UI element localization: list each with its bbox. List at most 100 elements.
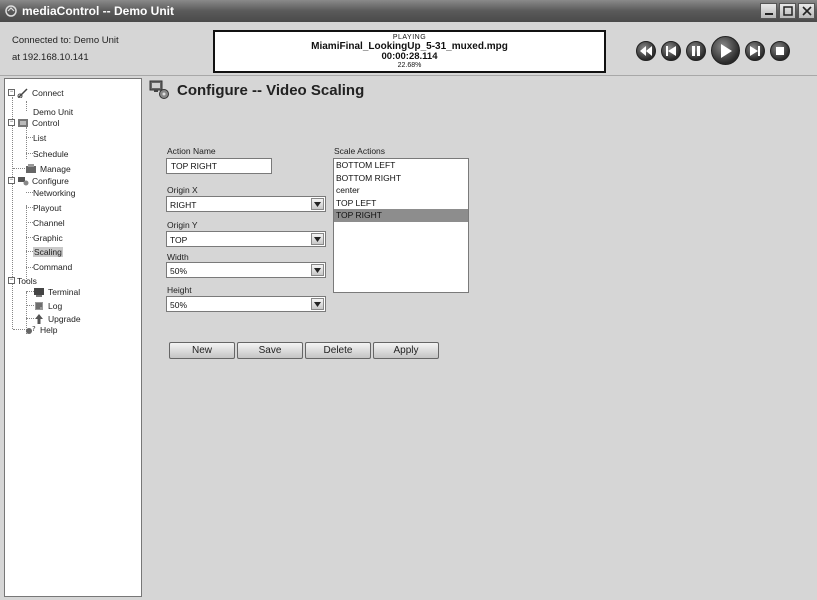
list-item-selected[interactable]: TOP RIGHT: [334, 209, 468, 222]
playback-status: PLAYING: [392, 34, 427, 41]
navigation-tree: − Connect Demo Unit − Control List Sched…: [4, 78, 142, 597]
list-item[interactable]: TOP LEFT: [334, 197, 468, 210]
tree-item-terminal[interactable]: Terminal: [33, 286, 80, 297]
tree-item-label: Connect: [32, 87, 64, 98]
tree-item-label: Graphic: [33, 232, 63, 243]
terminal-icon: [34, 287, 44, 297]
next-button[interactable]: [745, 40, 765, 61]
tree-item-label: Command: [33, 261, 73, 272]
tree-item-upgrade[interactable]: Upgrade: [33, 313, 81, 324]
stop-button[interactable]: [770, 40, 790, 61]
tree-item-help[interactable]: ? Help: [25, 324, 57, 335]
origin-y-select[interactable]: TOP: [166, 231, 326, 247]
height-label: Height: [167, 285, 192, 295]
maximize-button[interactable]: [779, 3, 796, 19]
connect-icon: [17, 87, 28, 98]
list-item[interactable]: BOTTOM LEFT: [334, 159, 468, 172]
pause-button[interactable]: [686, 40, 706, 61]
tree-item-tools[interactable]: − Tools: [8, 275, 37, 286]
tree-item-networking[interactable]: Networking: [33, 187, 76, 198]
origin-y-value: TOP: [170, 235, 188, 245]
rewind-button[interactable]: [636, 40, 656, 61]
configure-icon: [18, 176, 29, 185]
tree-item-playout[interactable]: Playout: [33, 202, 61, 213]
connection-target: Connected to: Demo Unit: [12, 35, 119, 46]
configure-page-icon: [149, 80, 169, 99]
tree-item-demo-unit[interactable]: Demo Unit: [33, 106, 73, 117]
tree-item-scaling[interactable]: Scaling: [33, 246, 63, 257]
tree-item-configure[interactable]: − Configure: [8, 175, 69, 186]
play-button[interactable]: [711, 36, 740, 65]
tree-item-command[interactable]: Command: [33, 261, 72, 272]
play-icon: [720, 43, 732, 58]
now-playing-panel: PLAYING MiamiFinal_LookingUp_5-31_muxed.…: [213, 30, 606, 73]
tree-item-manage[interactable]: Manage: [25, 163, 71, 174]
chevron-down-icon[interactable]: [311, 233, 324, 245]
width-label: Width: [167, 252, 189, 262]
close-button[interactable]: [798, 3, 815, 19]
height-value: 50%: [170, 300, 188, 310]
tree-item-label: Schedule: [33, 148, 69, 159]
tree-item-label: Playout: [33, 202, 62, 213]
chevron-down-icon[interactable]: [311, 264, 324, 276]
tree-item-label: Help: [40, 324, 58, 335]
transport-controls: [636, 36, 790, 65]
stop-icon: [776, 46, 784, 55]
tree-item-channel[interactable]: Channel: [33, 217, 65, 228]
origin-x-label: Origin X: [167, 185, 198, 195]
tree-item-schedule[interactable]: Schedule: [33, 148, 68, 159]
help-icon: ?: [26, 325, 36, 334]
upgrade-icon: [35, 313, 43, 324]
tree-item-label: Channel: [33, 217, 65, 228]
tree-item-graphic[interactable]: Graphic: [33, 232, 63, 243]
tree-item-label: Demo Unit: [33, 106, 74, 117]
tree-item-list[interactable]: List: [33, 132, 46, 143]
collapse-toggle[interactable]: −: [8, 119, 15, 126]
tree-item-label: Configure: [32, 175, 69, 186]
window-title: mediaControl -- Demo Unit: [22, 4, 174, 18]
previous-icon: [666, 45, 676, 56]
chevron-down-icon[interactable]: [311, 298, 324, 310]
tree-item-label: Manage: [40, 163, 71, 174]
tree-item-control[interactable]: − Control: [8, 117, 59, 128]
playback-percent: 22.68%: [397, 62, 422, 69]
previous-button[interactable]: [661, 40, 681, 61]
tree-item-log[interactable]: Log: [33, 300, 62, 311]
playback-time: 00:00:28.114: [381, 51, 438, 62]
collapse-toggle[interactable]: −: [8, 177, 15, 184]
scale-actions-label: Scale Actions: [334, 146, 386, 156]
tree-item-label: Upgrade: [48, 313, 81, 324]
origin-y-label: Origin Y: [167, 220, 198, 230]
action-name-input[interactable]: TOP RIGHT: [166, 158, 272, 174]
save-button[interactable]: Save: [237, 342, 303, 359]
tree-item-label: List: [33, 132, 47, 143]
tree-item-label: Tools: [17, 275, 37, 286]
new-button[interactable]: New: [169, 342, 235, 359]
list-item[interactable]: BOTTOM RIGHT: [334, 172, 468, 185]
control-icon: [18, 118, 28, 127]
delete-button[interactable]: Delete: [305, 342, 371, 359]
close-icon: [801, 6, 812, 16]
scale-actions-list[interactable]: BOTTOM LEFT BOTTOM RIGHT center TOP LEFT…: [333, 158, 469, 293]
minimize-icon: [764, 13, 773, 15]
connection-info: Connected to: Demo Unit at 192.168.10.14…: [12, 32, 119, 66]
width-select[interactable]: 50%: [166, 262, 326, 278]
minimize-button[interactable]: [760, 3, 777, 19]
chevron-down-icon[interactable]: [311, 198, 324, 210]
tree-item-label: Networking: [33, 187, 76, 198]
main-panel: Configure -- Video Scaling Action Name T…: [147, 78, 817, 600]
apply-button[interactable]: Apply: [373, 342, 439, 359]
header-bar: Connected to: Demo Unit at 192.168.10.14…: [0, 22, 817, 76]
height-select[interactable]: 50%: [166, 296, 326, 312]
origin-x-select[interactable]: RIGHT: [166, 196, 326, 212]
connection-address: at 192.168.10.141: [12, 52, 89, 63]
tree-item-label: Log: [48, 300, 63, 311]
collapse-toggle[interactable]: −: [8, 89, 15, 96]
tree-item-label: Scaling: [33, 246, 63, 257]
collapse-toggle[interactable]: −: [8, 277, 15, 284]
list-item[interactable]: center: [334, 184, 468, 197]
width-value: 50%: [170, 266, 188, 276]
maximize-icon: [782, 6, 793, 16]
tree-item-connect[interactable]: − Connect: [8, 87, 64, 98]
title-bar: mediaControl -- Demo Unit: [0, 0, 817, 22]
